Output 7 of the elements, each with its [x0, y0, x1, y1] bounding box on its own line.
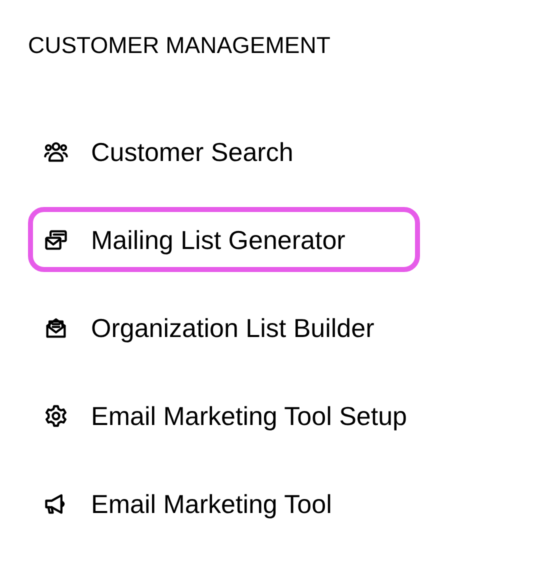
section-heading: CUSTOMER MANAGEMENT [28, 31, 330, 60]
menu-item[interactable]: Customer Search [28, 119, 420, 184]
settings-icon [43, 402, 69, 428]
menu-item[interactable]: Mailing List Generator [28, 207, 420, 272]
menu-item[interactable]: Email Marketing Tool Setup [28, 383, 420, 448]
menu-item[interactable]: Email Marketing Tool [28, 471, 420, 536]
menu-item[interactable]: Organization List Builder [28, 295, 420, 360]
